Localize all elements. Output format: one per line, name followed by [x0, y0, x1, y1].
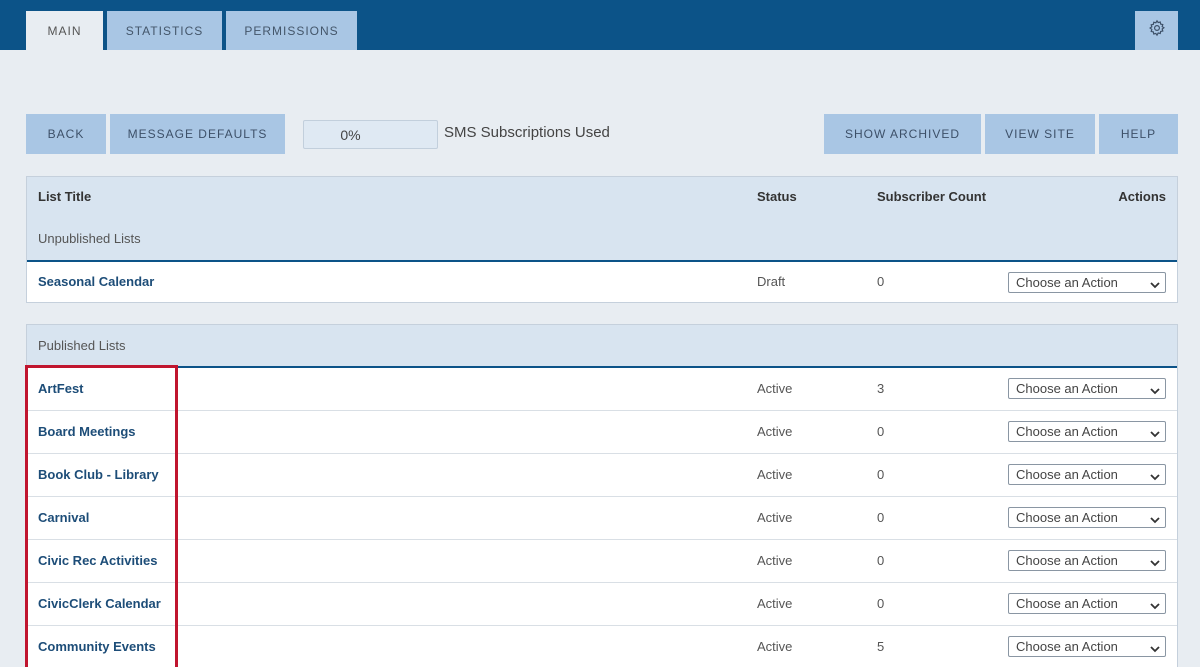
list-subscriber-count: 5	[877, 639, 885, 654]
list-subscriber-count: 0	[877, 424, 885, 439]
table-row: Book Club - Library Active 0 Choose an A…	[27, 454, 1177, 497]
action-select-value: Choose an Action	[1016, 553, 1118, 568]
list-status: Active	[757, 467, 793, 482]
chevron-down-icon	[1150, 278, 1160, 293]
action-select[interactable]: Choose an Action	[1008, 636, 1166, 657]
tab-statistics[interactable]: STATISTICS	[107, 11, 222, 50]
action-select[interactable]: Choose an Action	[1008, 550, 1166, 571]
list-status: Active	[757, 424, 793, 439]
gear-icon	[1148, 19, 1166, 42]
chevron-down-icon	[1150, 642, 1160, 657]
action-select-value: Choose an Action	[1016, 275, 1118, 290]
list-status: Draft	[757, 274, 786, 289]
chevron-down-icon	[1150, 470, 1160, 485]
list-title-link[interactable]: Seasonal Calendar	[38, 274, 154, 289]
list-title-link[interactable]: Community Events	[38, 639, 156, 654]
list-title-link[interactable]: Civic Rec Activities	[38, 553, 157, 568]
list-status: Active	[757, 639, 793, 654]
list-subscriber-count: 0	[877, 596, 885, 611]
header-subscriber-count: Subscriber Count	[877, 189, 987, 204]
table-row: Civic Rec Activities Active 0 Choose an …	[27, 540, 1177, 583]
list-status: Active	[757, 381, 793, 396]
unpublished-lists-panel: List Title Status Subscriber Count Actio…	[26, 176, 1178, 303]
action-select-value: Choose an Action	[1016, 467, 1118, 482]
list-subscriber-count: 0	[877, 467, 885, 482]
action-select-value: Choose an Action	[1016, 381, 1118, 396]
view-site-button[interactable]: VIEW SITE	[985, 114, 1095, 154]
action-select-value: Choose an Action	[1016, 510, 1118, 525]
list-title-link[interactable]: CivicClerk Calendar	[38, 596, 161, 611]
chevron-down-icon	[1150, 513, 1160, 528]
header-list-title: List Title	[38, 189, 92, 204]
action-select-value: Choose an Action	[1016, 639, 1118, 654]
header-status: Status	[757, 189, 797, 204]
chevron-down-icon	[1150, 556, 1160, 571]
section-header: Published Lists	[27, 325, 1177, 368]
list-subscriber-count: 3	[877, 381, 885, 396]
list-title-link[interactable]: ArtFest	[38, 381, 84, 396]
published-lists-panel: Published Lists ArtFest Active 3 Choose …	[26, 324, 1178, 667]
action-select-value: Choose an Action	[1016, 596, 1118, 611]
table-row: Board Meetings Active 0 Choose an Action	[27, 411, 1177, 454]
list-subscriber-count: 0	[877, 274, 885, 289]
list-title-link[interactable]: Board Meetings	[38, 424, 136, 439]
settings-button[interactable]	[1135, 11, 1178, 50]
table-row: CivicClerk Calendar Active 0 Choose an A…	[27, 583, 1177, 626]
action-select[interactable]: Choose an Action	[1008, 464, 1166, 485]
top-nav-bar: MAIN STATISTICS PERMISSIONS	[0, 0, 1200, 50]
action-select-value: Choose an Action	[1016, 424, 1118, 439]
action-select[interactable]: Choose an Action	[1008, 593, 1166, 614]
chevron-down-icon	[1150, 427, 1160, 442]
list-status: Active	[757, 553, 793, 568]
table-row: Carnival Active 0 Choose an Action	[27, 497, 1177, 540]
action-select[interactable]: Choose an Action	[1008, 421, 1166, 442]
list-subscriber-count: 0	[877, 553, 885, 568]
chevron-down-icon	[1150, 599, 1160, 614]
action-select[interactable]: Choose an Action	[1008, 378, 1166, 399]
list-subscriber-count: 0	[877, 510, 885, 525]
tab-main[interactable]: MAIN	[26, 11, 103, 50]
action-select[interactable]: Choose an Action	[1008, 272, 1166, 293]
table-header: List Title Status Subscriber Count Actio…	[27, 177, 1177, 262]
message-defaults-button[interactable]: MESSAGE DEFAULTS	[110, 114, 285, 154]
sms-usage-label: SMS Subscriptions Used	[444, 124, 610, 141]
help-button[interactable]: HELP	[1099, 114, 1178, 154]
chevron-down-icon	[1150, 384, 1160, 399]
header-actions: Actions	[1118, 189, 1166, 204]
table-row: Community Events Active 5 Choose an Acti…	[27, 626, 1177, 667]
table-row: ArtFest Active 3 Choose an Action	[27, 368, 1177, 411]
table-row: Seasonal Calendar Draft 0 Choose an Acti…	[27, 262, 1177, 302]
tab-permissions[interactable]: PERMISSIONS	[226, 11, 357, 50]
list-status: Active	[757, 596, 793, 611]
show-archived-button[interactable]: SHOW ARCHIVED	[824, 114, 981, 154]
section-label-published: Published Lists	[38, 338, 126, 353]
list-title-link[interactable]: Book Club - Library	[38, 467, 159, 482]
back-button[interactable]: BACK	[26, 114, 106, 154]
list-title-link[interactable]: Carnival	[38, 510, 89, 525]
list-status: Active	[757, 510, 793, 525]
sms-usage-progress: 0%	[303, 120, 438, 149]
section-label-unpublished: Unpublished Lists	[38, 231, 141, 246]
action-select[interactable]: Choose an Action	[1008, 507, 1166, 528]
